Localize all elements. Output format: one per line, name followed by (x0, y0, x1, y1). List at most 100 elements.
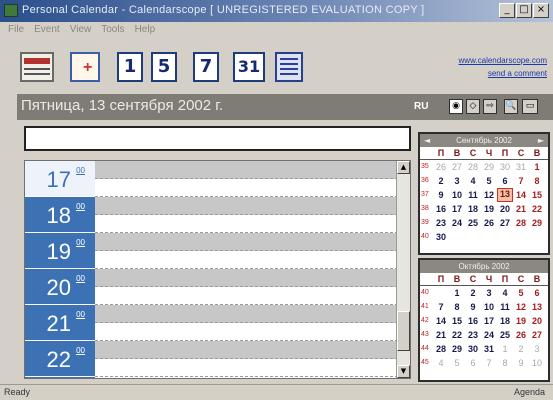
calendar-day[interactable]: 15 (529, 188, 545, 202)
calendar-day[interactable]: 5 (481, 174, 497, 188)
calendar-day[interactable]: 1 (497, 342, 513, 356)
calendar-day[interactable]: 30 (497, 160, 513, 174)
time-slot[interactable] (95, 251, 398, 269)
calendar-day[interactable]: 4 (465, 174, 481, 188)
calendar-day[interactable]: 11 (465, 188, 481, 202)
calendar-day[interactable]: 5 (513, 286, 529, 300)
menu-help[interactable]: Help (135, 22, 156, 38)
selected-day[interactable]: 13 (497, 188, 513, 202)
today-button[interactable]: ◉ (449, 99, 463, 114)
next-month-button[interactable]: ► (538, 134, 544, 147)
calendar-day[interactable]: 27 (449, 160, 465, 174)
week-number[interactable]: 40 (420, 286, 433, 300)
week-number[interactable]: 43 (420, 328, 433, 342)
calendar-day[interactable]: 19 (513, 314, 529, 328)
time-slot[interactable] (95, 287, 398, 305)
week-number[interactable]: 41 (420, 300, 433, 314)
list-view-button[interactable] (275, 52, 303, 82)
calendar-day[interactable]: 6 (529, 286, 545, 300)
calendar-day[interactable]: 16 (465, 314, 481, 328)
calendar-day[interactable]: 19 (481, 202, 497, 216)
calendar-day[interactable]: 8 (497, 356, 513, 370)
week-number[interactable]: 45 (420, 356, 433, 370)
work-week-view-button[interactable]: 5 (151, 52, 177, 82)
language-selector[interactable]: RU (414, 101, 428, 112)
scroll-down-button[interactable]: ▼ (397, 365, 410, 378)
calendar-day[interactable]: 10 (529, 356, 545, 370)
calendar-day[interactable]: 12 (481, 188, 497, 202)
week-number[interactable]: 44 (420, 342, 433, 356)
time-slot[interactable] (95, 359, 398, 377)
menu-file[interactable]: File (8, 22, 24, 38)
calendar-day[interactable]: 16 (433, 202, 449, 216)
calendar-day[interactable]: 7 (433, 300, 449, 314)
schedule-scrollbar[interactable]: ▲ ▼ (396, 161, 410, 378)
calendar-day[interactable]: 14 (433, 314, 449, 328)
calendar-day[interactable]: 4 (433, 356, 449, 370)
maximize-button[interactable]: □ (516, 3, 532, 18)
calendar-day[interactable]: 27 (529, 328, 545, 342)
minimize-button[interactable]: _ (499, 3, 515, 18)
calendar-day[interactable]: 8 (529, 174, 545, 188)
calendar-day[interactable]: 7 (481, 356, 497, 370)
calendar-day[interactable]: 2 (465, 286, 481, 300)
send-comment-link[interactable]: send a comment (459, 67, 547, 80)
calendar-day[interactable]: 21 (513, 202, 529, 216)
calendar-day[interactable]: 12 (513, 300, 529, 314)
time-slot[interactable] (95, 233, 398, 251)
calendar-day[interactable]: 29 (481, 160, 497, 174)
calendar-day[interactable]: 21 (433, 328, 449, 342)
calendar-day[interactable]: 2 (513, 342, 529, 356)
calendar-day[interactable]: 24 (449, 216, 465, 230)
calendar-day[interactable]: 30 (433, 230, 449, 244)
calendar-day[interactable]: 23 (433, 216, 449, 230)
menu-view[interactable]: View (70, 22, 92, 38)
calendar-day[interactable]: 10 (481, 300, 497, 314)
week-number[interactable]: 39 (420, 216, 433, 230)
prev-day-button[interactable]: ◇ (466, 99, 480, 114)
calendar-day[interactable]: 20 (529, 314, 545, 328)
week-number[interactable]: 42 (420, 314, 433, 328)
calendar-day[interactable]: 3 (481, 286, 497, 300)
hour-18[interactable]: 18 00 (25, 197, 95, 233)
day-note-field[interactable] (24, 126, 411, 151)
close-button[interactable]: × (533, 3, 549, 18)
week-number[interactable]: 35 (420, 160, 433, 174)
time-slot[interactable] (95, 341, 398, 359)
add-task-button[interactable]: + (70, 52, 100, 82)
week-view-button[interactable]: 7 (193, 52, 219, 82)
calendar-day[interactable]: 28 (513, 216, 529, 230)
calendar-day[interactable]: 3 (449, 174, 465, 188)
calendar-day[interactable]: 8 (449, 300, 465, 314)
calendar-day[interactable]: 17 (449, 202, 465, 216)
time-slot[interactable] (95, 179, 398, 197)
calendar-day[interactable]: 5 (449, 356, 465, 370)
calendar-day[interactable]: 28 (433, 342, 449, 356)
week-number[interactable]: 40 (420, 230, 433, 244)
calendar-day[interactable]: 20 (497, 202, 513, 216)
calendar-day[interactable]: 22 (529, 202, 545, 216)
calendar-day[interactable]: 3 (529, 342, 545, 356)
prev-month-button[interactable]: ◄ (424, 134, 430, 147)
calendar-day[interactable]: 25 (497, 328, 513, 342)
hour-19[interactable]: 19 00 (25, 233, 95, 269)
month-view-button[interactable]: 31 (233, 52, 265, 82)
calendar-day[interactable]: 9 (433, 188, 449, 202)
menu-event[interactable]: Event (34, 22, 60, 38)
time-slot[interactable] (95, 323, 398, 341)
calendar-day[interactable]: 1 (449, 286, 465, 300)
calendar-day[interactable]: 31 (513, 160, 529, 174)
calendar-day[interactable]: 26 (433, 160, 449, 174)
week-number[interactable]: 37 (420, 188, 433, 202)
hour-17[interactable]: 17 00 (25, 161, 95, 197)
calendar-day[interactable]: 23 (465, 328, 481, 342)
new-event-button[interactable] (20, 52, 54, 82)
calendar-day[interactable]: 10 (449, 188, 465, 202)
time-slot[interactable] (95, 305, 398, 323)
find-icon[interactable]: 🔍 (504, 99, 518, 114)
calendar-day[interactable]: 6 (497, 174, 513, 188)
hour-22[interactable]: 22 00 (25, 341, 95, 377)
title-bar[interactable]: Personal Calendar - Calendarscope [ UNRE… (0, 0, 553, 22)
calendar-day[interactable]: 29 (449, 342, 465, 356)
calendar-day[interactable]: 24 (481, 328, 497, 342)
